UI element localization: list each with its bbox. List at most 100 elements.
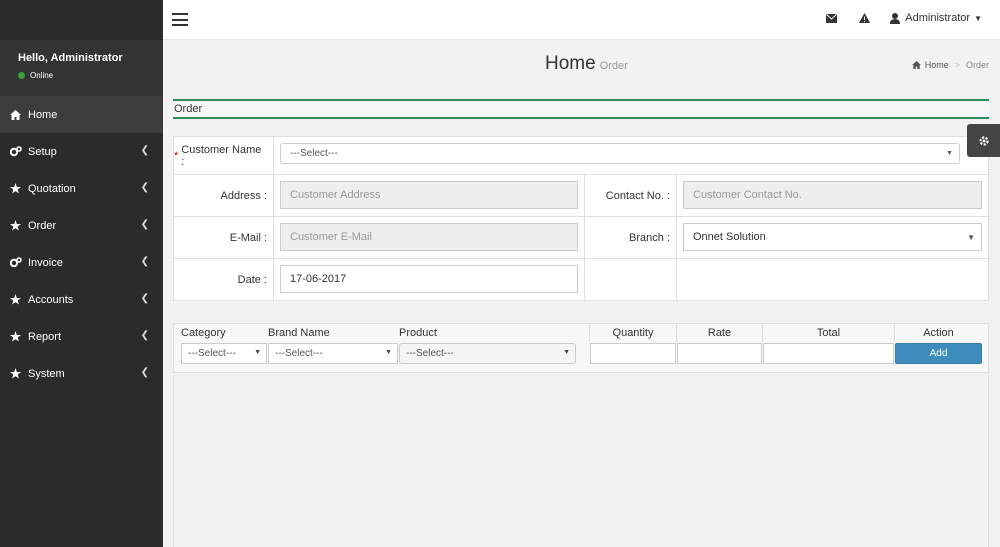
star-icon [10, 220, 28, 231]
rate-input[interactable] [677, 343, 762, 364]
caret-down-icon: ▼ [946, 150, 953, 157]
order-items-table: Category Brand Name Product Quantity Rat… [173, 323, 989, 373]
sidebar-item-report[interactable]: Report ❮ [0, 318, 163, 355]
chevron-left-icon: ❮ [140, 367, 149, 378]
order-form: * Customer Name : ---Select--- ▼ Address … [173, 136, 990, 301]
top-navbar: Administrator ▼ [163, 0, 1000, 40]
customer-name-select-value: ---Select--- [290, 148, 338, 159]
chevron-left-icon: ❮ [140, 219, 149, 230]
page-header: Home Order Home > Order [163, 41, 1000, 91]
customer-name-label-cell: * Customer Name : [174, 137, 274, 174]
column-header-brand: Brand Name [268, 327, 330, 339]
column-header-rate: Rate [676, 324, 762, 342]
cogs-icon [10, 257, 28, 268]
star-icon [10, 368, 28, 379]
email-label: E-Mail : [229, 231, 267, 244]
quantity-input[interactable] [590, 343, 676, 364]
user-menu[interactable]: Administrator ▼ [890, 12, 982, 24]
branch-select[interactable]: Onnet Solution ▼ [683, 223, 982, 251]
category-select[interactable]: ---Select--- ▼ [181, 343, 267, 364]
user-status: Online [18, 71, 163, 80]
sidebar-menu: Home Setup ❮ Quotation ❮ Order ❮ Invoice… [0, 96, 163, 392]
menu-toggle-icon[interactable] [172, 13, 188, 26]
date-label: Date : [237, 274, 267, 286]
breadcrumb: Home > Order [911, 60, 989, 70]
sidebar-item-label: Setup [28, 145, 57, 158]
sidebar: Hello, Administrator Online Home Setup ❮… [0, 0, 163, 547]
user-status-label: Online [30, 71, 54, 80]
caret-down-icon: ▼ [385, 349, 392, 356]
add-item-button[interactable]: Add [895, 343, 982, 364]
cogs-icon [10, 146, 28, 157]
sidebar-item-setup[interactable]: Setup ❮ [0, 133, 163, 170]
branch-label: Branch : [629, 231, 670, 244]
user-icon [890, 12, 901, 24]
column-header-quantity: Quantity [589, 324, 676, 342]
category-select-value: ---Select--- [188, 348, 236, 359]
breadcrumb-home-link[interactable]: Home [925, 60, 949, 70]
user-greeting: Hello, Administrator [18, 52, 123, 64]
sidebar-item-home[interactable]: Home [0, 96, 163, 133]
email-value-cell [274, 217, 585, 258]
envelope-icon[interactable] [826, 13, 838, 23]
sidebar-item-label: Home [28, 108, 58, 121]
settings-gear-icon[interactable] [967, 124, 1000, 157]
customer-name-select[interactable]: ---Select--- ▼ [280, 143, 960, 164]
star-icon [10, 331, 28, 342]
column-header-action: Action [894, 324, 982, 342]
sidebar-item-label: Quotation [28, 182, 76, 195]
breadcrumb-separator: > [954, 60, 960, 70]
chevron-left-icon: ❮ [140, 293, 149, 304]
warning-icon[interactable] [859, 13, 871, 23]
caret-down-icon: ▼ [974, 13, 982, 23]
sidebar-item-label: Accounts [28, 293, 74, 306]
form-row-date: Date : 17-06-2017 [174, 259, 990, 301]
date-label-cell: Date : [174, 259, 274, 301]
customer-name-label: Customer Name : [181, 143, 262, 168]
online-dot-icon [18, 72, 25, 79]
brand-select[interactable]: ---Select--- ▼ [268, 343, 398, 364]
sidebar-item-label: Invoice [28, 256, 63, 269]
form-row-customer: * Customer Name : ---Select--- ▼ [174, 137, 990, 175]
form-row-address: Address : Customer Address Contact No. :… [174, 175, 990, 217]
column-header-product: Product [399, 327, 437, 339]
column-header-category: Category [181, 327, 226, 339]
sidebar-item-system[interactable]: System ❮ [0, 355, 163, 392]
sidebar-item-label: Order [28, 219, 57, 232]
brand-select-value: ---Select--- [275, 348, 323, 359]
page-subtitle: Order [599, 60, 628, 72]
contact-label-cell: Contact No. : [585, 175, 677, 216]
total-input[interactable] [763, 343, 894, 364]
main-content: Home Order Home > Order Order * Customer N… [163, 41, 1000, 547]
user-panel: Hello, Administrator Online [0, 40, 163, 96]
address-label-cell: Address : [174, 175, 274, 216]
home-icon [911, 61, 921, 69]
address-value-cell [274, 175, 585, 216]
chevron-left-icon: ❮ [140, 256, 149, 267]
contact-input[interactable]: Customer Contact No. [683, 181, 982, 209]
user-menu-label: Administrator [905, 12, 971, 24]
empty-cell [585, 259, 677, 301]
product-select-value: ---Select--- [406, 348, 454, 359]
product-select[interactable]: ---Select--- ▼ [399, 343, 576, 364]
date-value-cell [274, 259, 585, 301]
page-title-text: Home [545, 53, 596, 74]
email-label-cell: E-Mail : [174, 217, 274, 258]
sidebar-item-invoice[interactable]: Invoice ❮ [0, 244, 163, 281]
chevron-left-icon: ❮ [140, 182, 149, 193]
column-header-total: Total [762, 324, 894, 342]
sidebar-item-label: Report [28, 330, 62, 343]
star-icon [10, 294, 28, 305]
caret-down-icon: ▼ [563, 349, 570, 356]
sidebar-item-order[interactable]: Order ❮ [0, 207, 163, 244]
address-label: Address : [220, 189, 267, 202]
branch-select-value: Onnet Solution [693, 231, 766, 243]
caret-down-icon: ▼ [254, 349, 261, 356]
box-title: Order [173, 99, 989, 119]
chevron-left-icon: ❮ [140, 330, 149, 341]
breadcrumb-current: Order [965, 60, 989, 70]
sidebar-item-accounts[interactable]: Accounts ❮ [0, 281, 163, 318]
sidebar-item-quotation[interactable]: Quotation ❮ [0, 170, 163, 207]
contact-label: Contact No. : [605, 189, 670, 202]
home-icon [10, 109, 28, 120]
